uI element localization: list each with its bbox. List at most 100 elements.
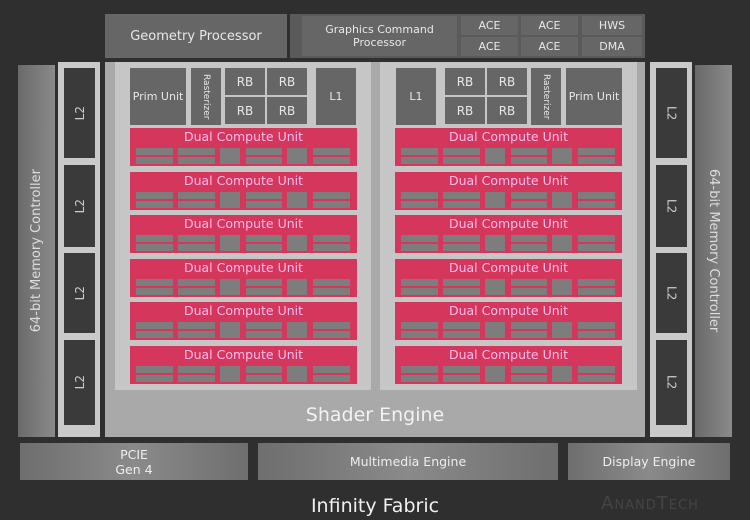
simd-block — [313, 157, 350, 164]
rasterizer-label: Rasterizer — [201, 73, 211, 120]
dual-compute-unit: Dual Compute Unit — [130, 345, 357, 384]
dual-compute-unit: Dual Compute Unit — [395, 128, 622, 166]
dcu-label: Dual Compute Unit — [448, 129, 569, 144]
prim-unit: Prim Unit — [566, 68, 622, 125]
simd-block — [136, 148, 173, 155]
shader-engine-label: Shader Engine — [305, 404, 445, 426]
simd-block — [136, 365, 173, 373]
simd-block — [485, 148, 505, 164]
simd-block — [511, 148, 547, 155]
simd-block — [220, 278, 240, 295]
simd-block — [136, 235, 173, 242]
dual-compute-unit: Dual Compute Unit — [130, 128, 357, 166]
l2-cache-label: L2 — [72, 105, 87, 121]
simd-block — [401, 244, 438, 251]
simd-block — [443, 365, 480, 373]
dual-compute-unit: Dual Compute Unit — [130, 258, 357, 297]
dcu-label: Dual Compute Unit — [183, 172, 304, 188]
simd-block — [401, 374, 438, 382]
l2-cache-label: L2 — [664, 105, 679, 121]
simd-block — [246, 148, 282, 155]
simd-block — [136, 191, 173, 199]
dcu-label: Dual Compute Unit — [448, 172, 569, 188]
simd-block — [136, 374, 173, 382]
l2-cache: L2 — [64, 253, 95, 333]
simd-block — [578, 244, 615, 251]
simd-block — [246, 287, 282, 295]
l2-cache-label: L2 — [72, 285, 87, 301]
simd-block — [178, 287, 215, 295]
simd-block — [511, 331, 547, 338]
simd-block — [136, 244, 173, 251]
simd-block — [443, 157, 480, 164]
ace-2: ACE — [521, 16, 578, 35]
dual-compute-unit: Dual Compute Unit — [130, 215, 357, 253]
simd-block — [246, 191, 282, 199]
simd-block — [401, 148, 438, 155]
dcu-label: Dual Compute Unit — [448, 216, 569, 231]
simd-block — [511, 200, 547, 208]
infinity-fabric: Infinity Fabric — [310, 495, 440, 517]
simd-block — [246, 365, 282, 373]
simd-block — [246, 235, 282, 242]
simd-block — [443, 287, 480, 295]
simd-block — [313, 287, 350, 295]
rasterizer: Rasterizer — [191, 68, 221, 125]
simd-block — [178, 365, 215, 373]
simd-block — [178, 191, 215, 199]
simd-block — [287, 278, 307, 295]
simd-block — [313, 365, 350, 373]
simd-block — [313, 148, 350, 155]
simd-block — [511, 235, 547, 242]
simd-block — [578, 322, 615, 329]
simd-block — [178, 374, 215, 382]
simd-block — [136, 278, 173, 286]
simd-block — [401, 191, 438, 199]
simd-block — [136, 331, 173, 338]
dcu-label: Dual Compute Unit — [183, 129, 304, 144]
simd-block — [552, 278, 572, 295]
simd-block — [511, 374, 547, 382]
simd-block — [578, 235, 615, 242]
simd-block — [511, 278, 547, 286]
render-backend: RB — [445, 97, 485, 124]
render-backend: RB — [225, 97, 265, 124]
simd-block — [511, 322, 547, 329]
dual-compute-unit: Dual Compute Unit — [130, 302, 357, 340]
simd-block — [511, 365, 547, 373]
simd-block — [401, 322, 438, 329]
simd-block — [443, 200, 480, 208]
simd-block — [178, 322, 215, 329]
memory-controller-left: 64-bit Memory Controller — [18, 65, 55, 437]
l2-cache: L2 — [64, 165, 95, 247]
simd-block — [552, 235, 572, 251]
geometry-processor: Geometry Processor — [105, 14, 287, 58]
anandtech-watermark: AnandTech — [601, 492, 699, 514]
simd-block — [485, 278, 505, 295]
l1-cache: L1 — [396, 68, 436, 125]
dcu-label: Dual Compute Unit — [183, 216, 304, 231]
simd-block — [313, 374, 350, 382]
simd-block — [178, 278, 215, 286]
simd-block — [246, 244, 282, 251]
simd-block — [443, 148, 480, 155]
simd-block — [246, 157, 282, 164]
simd-block — [511, 244, 547, 251]
ace-3: ACE — [461, 37, 518, 56]
rasterizer: Rasterizer — [531, 68, 561, 125]
simd-block — [485, 365, 505, 382]
memory-controller-label: 64-bit Memory Controller — [29, 169, 44, 333]
simd-block — [401, 157, 438, 164]
l2-cache-label: L2 — [664, 285, 679, 301]
l2-cache-label: L2 — [664, 198, 679, 214]
simd-block — [578, 191, 615, 199]
simd-block — [136, 322, 173, 329]
simd-block — [443, 331, 480, 338]
multimedia-engine: Multimedia Engine — [258, 443, 558, 480]
dual-compute-unit: Dual Compute Unit — [395, 345, 622, 384]
simd-block — [178, 331, 215, 338]
simd-block — [401, 287, 438, 295]
l2-cache: L2 — [656, 340, 687, 425]
l1-cache: L1 — [316, 68, 356, 125]
simd-block — [178, 157, 215, 164]
